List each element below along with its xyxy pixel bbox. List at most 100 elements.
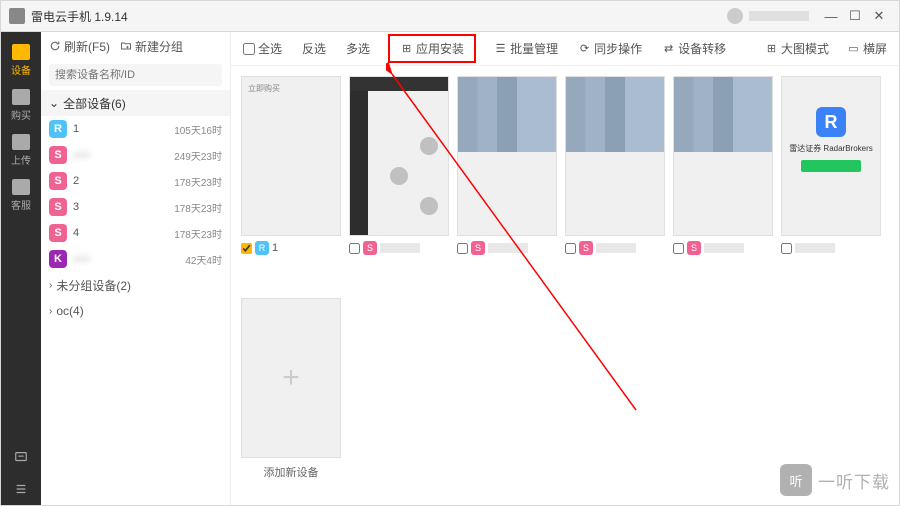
message-icon[interactable] xyxy=(13,449,29,465)
screen-preview[interactable] xyxy=(565,76,665,236)
screen-preview[interactable]: R 雷达证券 RadarBrokers xyxy=(781,76,881,236)
add-label: 添加新设备 xyxy=(241,464,341,480)
chevron-right-icon: › xyxy=(49,306,52,317)
radar-logo-icon: R xyxy=(816,107,846,137)
device-tile[interactable]: R 雷达证券 RadarBrokers xyxy=(781,76,881,258)
cart-icon xyxy=(12,89,30,105)
watermark: 听 一听下载 xyxy=(780,464,890,496)
group-label: oc(4) xyxy=(56,304,83,318)
newgroup-button[interactable]: 新建分组 xyxy=(120,38,183,55)
radar-text: 雷达证券 RadarBrokers xyxy=(782,143,880,154)
tile-name-blur xyxy=(795,243,835,253)
app-install-button[interactable]: ⊞ 应用安装 xyxy=(388,34,476,63)
nav-label: 设备 xyxy=(11,62,31,77)
screen-preview[interactable] xyxy=(673,76,773,236)
device-tile[interactable]: S xyxy=(349,76,449,258)
panel-toolbar: 刷新(F5) 新建分组 xyxy=(41,32,230,60)
device-time: 249天23时 xyxy=(174,148,222,163)
device-tile[interactable]: 立即购买 R 1 xyxy=(241,76,341,258)
tile-checkbox[interactable] xyxy=(565,243,576,254)
tile-checkbox[interactable] xyxy=(349,243,360,254)
transfer-icon: ⇄ xyxy=(662,42,675,55)
device-tile[interactable]: S xyxy=(457,76,557,258)
nav-devices[interactable]: 设备 xyxy=(1,38,41,83)
tile-checkbox[interactable] xyxy=(781,243,792,254)
device-badge: R xyxy=(49,120,67,138)
app-title: 雷电云手机 1.9.14 xyxy=(31,8,727,25)
label: 批量管理 xyxy=(510,40,558,57)
tile-name-blur xyxy=(488,243,528,253)
nav-label: 购买 xyxy=(11,107,31,122)
label: 横屏 xyxy=(863,40,887,57)
nav-label: 客服 xyxy=(11,197,31,212)
maximize-button[interactable]: ☐ xyxy=(843,4,867,28)
tile-checkbox[interactable] xyxy=(457,243,468,254)
support-icon xyxy=(12,179,30,195)
group-ungrouped[interactable]: › 未分组设备(2) xyxy=(41,272,230,298)
screen-preview[interactable] xyxy=(457,76,557,236)
folder-plus-icon xyxy=(120,40,132,52)
tile-name-blur xyxy=(380,243,420,253)
select-all[interactable]: 全选 xyxy=(241,36,284,61)
menu-icon[interactable] xyxy=(13,481,29,497)
devices-icon xyxy=(12,44,30,60)
nav-buy[interactable]: 购买 xyxy=(1,83,41,128)
label: 多选 xyxy=(346,40,370,57)
label: 应用安装 xyxy=(416,40,464,57)
batch-manage-button[interactable]: ☰ 批量管理 xyxy=(492,36,560,61)
btn-label: 立即购买 xyxy=(248,83,280,94)
label: 设备转移 xyxy=(678,40,726,57)
label: 全选 xyxy=(258,40,282,57)
watermark-icon: 听 xyxy=(780,464,812,496)
device-badge: S xyxy=(49,198,67,216)
device-name: 2 xyxy=(73,175,174,187)
big-mode-button[interactable]: ⊞ 大图模式 xyxy=(763,36,831,61)
username-blur xyxy=(749,11,809,21)
avatar[interactable] xyxy=(727,8,743,24)
upload-icon xyxy=(12,134,30,150)
device-name: 3 xyxy=(73,201,174,213)
refresh-button[interactable]: 刷新(F5) xyxy=(49,38,110,55)
device-name: xxx xyxy=(73,149,174,161)
tile-name-blur xyxy=(596,243,636,253)
tile-checkbox[interactable] xyxy=(673,243,684,254)
screen-preview[interactable]: 立即购买 xyxy=(241,76,341,236)
sidebar-nav: 设备 购买 上传 客服 xyxy=(1,32,41,505)
main-area: 全选 反选 多选 ⊞ 应用安装 ☰ 批量管理 ⟳ 同步操作 ⇄ 设备转移 xyxy=(231,32,899,505)
landscape-button[interactable]: ▭ 横屏 xyxy=(845,36,889,61)
device-row[interactable]: S xxx 249天23时 xyxy=(41,142,230,168)
add-device-tile[interactable]: + 添加新设备 xyxy=(241,298,341,480)
select-all-checkbox[interactable] xyxy=(243,43,255,55)
device-row[interactable]: R 1 105天16时 xyxy=(41,116,230,142)
device-row[interactable]: S 3 178天23时 xyxy=(41,194,230,220)
newgroup-label: 新建分组 xyxy=(135,38,183,55)
multi-select[interactable]: 多选 xyxy=(344,36,372,61)
label: 大图模式 xyxy=(781,40,829,57)
device-time: 105天16时 xyxy=(174,122,222,137)
invert-select[interactable]: 反选 xyxy=(300,36,328,61)
device-tile[interactable]: S xyxy=(673,76,773,258)
device-row[interactable]: K xxx 42天4时 xyxy=(41,246,230,272)
close-button[interactable]: ✕ xyxy=(867,4,891,28)
device-row[interactable]: S 2 178天23时 xyxy=(41,168,230,194)
transfer-button[interactable]: ⇄ 设备转移 xyxy=(660,36,728,61)
nav-support[interactable]: 客服 xyxy=(1,173,41,218)
search-box[interactable] xyxy=(49,64,222,86)
tile-checkbox[interactable] xyxy=(241,243,252,254)
group-oc[interactable]: › oc(4) xyxy=(41,298,230,324)
search-input[interactable] xyxy=(55,69,216,81)
sync-icon: ⟳ xyxy=(578,42,591,55)
device-time: 178天23时 xyxy=(174,200,222,215)
refresh-label: 刷新(F5) xyxy=(64,38,110,55)
device-badge: R xyxy=(255,241,269,255)
chevron-right-icon: › xyxy=(49,280,52,291)
device-row[interactable]: S 4 178天23时 xyxy=(41,220,230,246)
device-badge: S xyxy=(49,146,67,164)
device-tile[interactable]: S xyxy=(565,76,665,258)
add-icon[interactable]: + xyxy=(241,298,341,458)
screen-preview[interactable] xyxy=(349,76,449,236)
minimize-button[interactable]: — xyxy=(819,4,843,28)
nav-upload[interactable]: 上传 xyxy=(1,128,41,173)
sync-button[interactable]: ⟳ 同步操作 xyxy=(576,36,644,61)
group-all-devices[interactable]: ⌄ 全部设备(6) xyxy=(41,90,230,116)
